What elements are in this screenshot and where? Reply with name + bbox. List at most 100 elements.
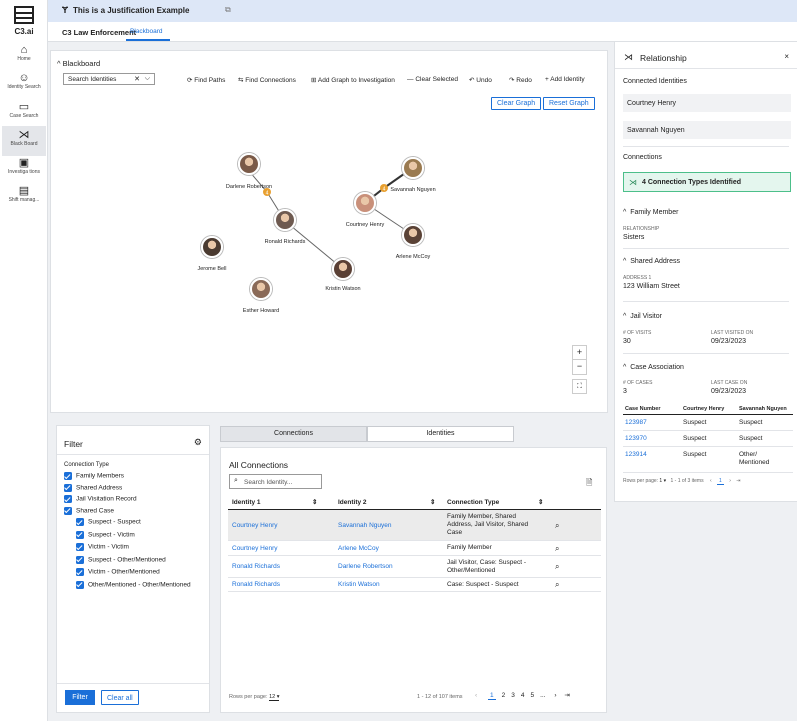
checkbox-checked-icon — [64, 483, 72, 492]
case-role: Other/ Mentioned — [739, 451, 770, 466]
nav-item[interactable]: ▣ Investiga tions — [2, 154, 46, 184]
case-row[interactable]: 123914 Suspect Other/ Mentioned — [623, 447, 793, 473]
graph-node-avatar[interactable] — [250, 278, 272, 300]
logo[interactable]: C3.ai — [12, 6, 36, 36]
identity2-link[interactable]: Darlene Robertson — [338, 563, 393, 570]
checkbox-checked-icon — [76, 543, 84, 551]
search-icon[interactable]: ⌕ — [555, 521, 559, 531]
nav-item[interactable]: ▭ Case Search — [2, 98, 46, 128]
table-header: Identity 1 ⇕ Identity 2 ⇕ Connection Typ… — [228, 496, 601, 510]
identity-chip[interactable]: Savannah Nguyen — [623, 121, 791, 139]
export-icon[interactable]: 🗎 — [586, 477, 592, 491]
identity-search-box[interactable]: ⌕ Search Identity... — [229, 474, 322, 489]
identity-search-field[interactable]: Search Identity... — [244, 479, 292, 486]
filter-sub-checkbox[interactable]: Other/Mentioned - Other/Mentioned — [64, 580, 209, 594]
shared-address-header[interactable]: ^ Shared Address — [623, 258, 680, 265]
case-row[interactable]: 123987 Suspect Suspect — [623, 415, 793, 431]
case-number-link[interactable]: 123987 — [625, 419, 647, 426]
sort-icon[interactable]: ⇕ — [430, 498, 435, 506]
search-icon[interactable]: ⌕ — [555, 562, 559, 572]
graph-node-avatar[interactable] — [332, 258, 354, 280]
identity2-link[interactable]: Savannah Nguyen — [338, 522, 392, 529]
table-row[interactable]: Ronald Richards Darlene Robertson Jail Vis… — [228, 556, 601, 578]
table-row[interactable]: Courtney Henry Arlene McCoy Family Member ⌕ — [228, 541, 601, 556]
table-row[interactable]: Courtney Henry Savannah Nguyen Family Memb… — [228, 510, 601, 541]
page-link[interactable]: 1 — [487, 692, 496, 700]
filter-sub-checkbox[interactable]: Victim - Other/Mentioned — [64, 568, 209, 581]
close-icon[interactable]: × — [784, 52, 789, 61]
filter-sub-checkbox[interactable]: Victim - Victim — [64, 543, 209, 556]
clear-all-button[interactable]: Clear all — [101, 690, 139, 705]
edit-icon[interactable]: ⧉ — [225, 5, 231, 15]
graph-canvas[interactable]: 4 4 — [51, 51, 609, 414]
case-page-current[interactable]: 1 — [717, 478, 724, 485]
nav-item[interactable]: ▤ Shift manag... — [2, 182, 46, 212]
tab-blackboard[interactable]: Blackboard — [130, 28, 163, 35]
pagination-range: 1 - 12 of 107 items — [417, 694, 463, 700]
col-connection-type[interactable]: Connection Type — [447, 499, 499, 506]
caret-down-icon: ▾ — [663, 478, 667, 484]
nav-item[interactable]: ☺ Identity Search — [2, 70, 46, 100]
col-identity1[interactable]: Identity 1 — [232, 499, 261, 506]
nav-item[interactable]: ⌂ Home — [2, 42, 46, 72]
identity1-link[interactable]: Courtney Henry — [232, 522, 278, 529]
family-member-header[interactable]: ^ Family Member — [623, 209, 678, 216]
sort-icon[interactable]: ⇕ — [312, 498, 317, 506]
filter-checkbox[interactable]: Jail Visitation Record — [64, 495, 209, 507]
search-icon[interactable]: ⌕ — [555, 580, 559, 590]
filter-checkbox[interactable]: Shared Address — [64, 483, 209, 496]
case-rows-per-page-select[interactable]: 1 ▾ — [659, 478, 666, 484]
filter-button[interactable]: Filter — [65, 690, 95, 705]
filter-sub-checkbox[interactable]: Suspect - Suspect — [64, 518, 209, 531]
page-link[interactable]: ... — [540, 692, 545, 699]
gear-icon[interactable]: ⚙ — [194, 437, 202, 448]
fit-screen-button[interactable]: ⛶ — [572, 379, 587, 394]
nav-item[interactable]: ⋊ Black Board — [2, 126, 46, 156]
graph-node-avatar[interactable] — [238, 153, 260, 175]
case-association-header[interactable]: ^ Case Association — [623, 364, 684, 371]
identity2-link[interactable]: Arlene McCoy — [338, 545, 379, 552]
col-identity2[interactable]: Identity 2 — [338, 499, 367, 506]
filter-sub-checkbox[interactable]: Suspect - Other/Mentioned — [64, 555, 209, 569]
search-icon[interactable]: ⌕ — [555, 544, 559, 554]
page-link[interactable]: 3 — [511, 692, 515, 699]
page-link[interactable]: 4 — [521, 692, 525, 699]
app-title: This is a Justification Example — [73, 6, 190, 15]
next-page-icon[interactable]: › — [554, 692, 556, 699]
last-page-icon[interactable]: ⇥ — [736, 478, 740, 484]
case-number-link[interactable]: 123914 — [625, 451, 647, 458]
zoom-out-button[interactable]: − — [572, 360, 587, 375]
next-page-icon[interactable]: › — [729, 478, 731, 484]
filter-checkbox[interactable]: Shared Case — [64, 506, 209, 519]
filter-panel: Filter ⚙ Connection Type Family Members S… — [56, 425, 210, 713]
filter-checkbox[interactable]: Family Members — [64, 472, 209, 484]
rows-per-page-select[interactable]: 12 ▾ — [269, 694, 280, 701]
case-role: Suspect — [683, 435, 707, 442]
case-row[interactable]: 123970 Suspect Suspect — [623, 431, 793, 447]
tab-identities[interactable]: Identities — [367, 426, 514, 442]
prev-page-icon[interactable]: ‹ — [710, 478, 712, 484]
last-page-icon[interactable]: ⇥ — [564, 692, 569, 699]
identity1-link[interactable]: Ronald Richards — [232, 563, 280, 570]
page-link[interactable]: 2 — [502, 692, 506, 699]
case-number-link[interactable]: 123970 — [625, 435, 647, 442]
table-row[interactable]: Ronald Richards Kristin Watson Case: Suspe… — [228, 578, 601, 592]
checkbox-checked-icon — [64, 472, 72, 480]
page-link[interactable]: 5 — [530, 692, 534, 699]
graph-node-avatar[interactable] — [402, 224, 424, 246]
graph-node-avatar[interactable] — [402, 157, 424, 179]
graph-node-avatar[interactable] — [354, 192, 376, 214]
graph-node-avatar[interactable] — [274, 209, 296, 231]
sort-icon[interactable]: ⇕ — [538, 498, 543, 506]
zoom-in-button[interactable]: + — [572, 345, 587, 360]
filter-sub-checkbox[interactable]: Suspect - Victim — [64, 530, 209, 544]
jail-visitor-header[interactable]: ^ Jail Visitor — [623, 313, 662, 320]
graph-node-avatar[interactable] — [201, 236, 223, 258]
identity-chip[interactable]: Courtney Henry — [623, 94, 791, 112]
identity1-link[interactable]: Courtney Henry — [232, 545, 278, 552]
cases-label: # OF CASES — [623, 380, 653, 386]
identity1-link[interactable]: Ronald Richards — [232, 581, 280, 588]
tab-connections[interactable]: Connections — [220, 426, 367, 442]
prev-page-icon[interactable]: ‹ — [475, 692, 477, 699]
identity2-link[interactable]: Kristin Watson — [338, 581, 380, 588]
